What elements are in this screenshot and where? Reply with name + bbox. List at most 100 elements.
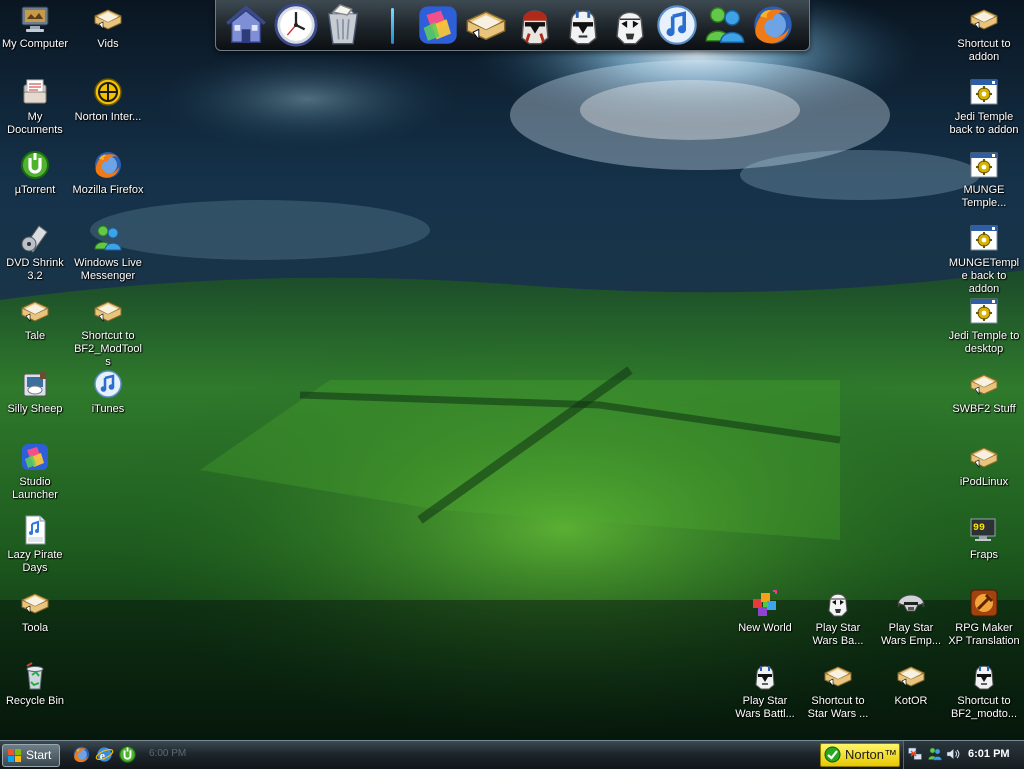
- desktop-icon-label: Tale: [24, 330, 46, 342]
- shortcut-folder-icon: [968, 368, 1000, 400]
- desktop-icon-shortcut-to-bf2-modto[interactable]: Shortcut to BF2_modto...: [948, 660, 1020, 721]
- start-button[interactable]: Start: [2, 744, 60, 767]
- desktop-icon-munge-temple[interactable]: MUNGE Temple...: [948, 149, 1020, 210]
- taskbar: Start 6:00 PM Norton™ 6:01 PM e: [0, 740, 1024, 769]
- desktop-icon-play-star-wars-ba[interactable]: Play Star Wars Ba...: [802, 587, 874, 648]
- desktop-icon-label: My Computer: [1, 38, 69, 50]
- clock-icon: [273, 3, 319, 52]
- dock-item-clone-trooper[interactable]: [560, 2, 606, 48]
- desktop-icon-label: Toola: [21, 622, 49, 634]
- desktop-icon-vids[interactable]: Vids: [72, 3, 144, 51]
- desktop-icon-jedi-temple-back-to-addon[interactable]: Jedi Temple back to addon: [948, 76, 1020, 137]
- desktop-icon-fraps[interactable]: 99 Fraps: [948, 514, 1020, 562]
- desktop-icon-label: Play Star Wars Emp...: [880, 622, 942, 647]
- dock-item-firefox[interactable]: [750, 2, 796, 48]
- desktop-icon-studio-launcher[interactable]: Studio Launcher: [0, 441, 71, 502]
- clone-trooper-icon: [968, 660, 1000, 692]
- desktop-icon-jedi-temple-to-desktop[interactable]: Jedi Temple to desktop: [948, 295, 1020, 356]
- desktop-icon-lazy-pirate-days[interactable]: Lazy Pirate Days: [0, 514, 71, 575]
- desktop-icon-norton-inter[interactable]: Norton Inter...: [72, 76, 144, 124]
- dock-item-itunes[interactable]: [654, 2, 700, 48]
- desktop-icon-label: Jedi Temple to desktop: [948, 330, 1020, 355]
- taskbar-clock[interactable]: 6:01 PM: [968, 748, 1010, 760]
- desktop-icon-label: Recycle Bin: [5, 695, 65, 707]
- desktop-icon-tale[interactable]: Tale: [0, 295, 71, 343]
- my-documents-icon: [19, 76, 51, 108]
- desktop-icon-silly-sheep[interactable]: Silly Sheep: [0, 368, 71, 416]
- desktop-icon-swbf2-stuff[interactable]: SWBF2 Stuff: [948, 368, 1020, 416]
- shortcut-folder-icon: [92, 3, 124, 35]
- desktop-icon-shortcut-to-star-wars[interactable]: Shortcut to Star Wars ...: [802, 660, 874, 721]
- desktop-icon-label: Vids: [97, 38, 119, 50]
- batch-file-icon: [968, 295, 1000, 327]
- desktop-icon-mozilla-firefox[interactable]: Mozilla Firefox: [72, 149, 144, 197]
- desktop-icon-toola[interactable]: Toola: [0, 587, 71, 635]
- tray-messenger-icon[interactable]: [927, 746, 943, 762]
- desktop-icon-play-star-wars-emp[interactable]: Play Star Wars Emp...: [875, 587, 947, 648]
- desktop-icon-itunes[interactable]: iTunes: [72, 368, 144, 416]
- desktop-icon-label: MUNGE Temple...: [961, 184, 1007, 209]
- quick-launch-ie-icon[interactable]: e: [95, 745, 114, 764]
- dock-item-red-clone-trooper[interactable]: [512, 2, 558, 48]
- shortcut-folder-icon: [463, 11, 509, 52]
- desktop-icon-label: iTunes: [91, 403, 125, 415]
- desktop-icon-my-documents[interactable]: My Documents: [0, 76, 71, 137]
- shortcut-folder-icon: [822, 660, 854, 692]
- norton-tray-button[interactable]: Norton™: [820, 743, 900, 767]
- desktop-icon-label: MUNGETemple back to addon: [948, 257, 1020, 295]
- desktop-icon-label: Fraps: [969, 549, 999, 561]
- desktop-icon-label: Windows Live Messenger: [74, 257, 142, 282]
- desktop-icon-play-star-wars-battl[interactable]: Play Star Wars Battl...: [729, 660, 801, 721]
- desktop-icon-label: Play Star Wars Ba...: [812, 622, 864, 647]
- firefox-icon: [92, 149, 124, 181]
- dock-item-clock[interactable]: [273, 2, 319, 48]
- desktop-icon-kotor[interactable]: KotOR: [875, 660, 947, 708]
- shortcut-folder-icon: [92, 295, 124, 327]
- dock-item-shortcut-folder[interactable]: [463, 2, 509, 48]
- norton-icon: [92, 76, 124, 108]
- quick-launch-firefox-icon[interactable]: [72, 745, 91, 764]
- dock-item-messenger[interactable]: [702, 2, 748, 48]
- desktop-icon-label: New World: [738, 622, 792, 634]
- new-world-icon: [749, 587, 781, 619]
- desktop-icon-windows-live-messenger[interactable]: Windows Live Messenger: [72, 222, 144, 283]
- desktop-icon-shortcut-to-bf2-modtools[interactable]: Shortcut to BF2_ModTools: [72, 295, 144, 369]
- stormtrooper-icon: [607, 11, 653, 52]
- tray-network-icon[interactable]: [907, 746, 923, 762]
- desktop-icon-rpg-maker-xp-translation[interactable]: RPG Maker XP Translation: [948, 587, 1020, 648]
- dock-item-studio-launcher[interactable]: [415, 2, 461, 48]
- firefox-icon: [750, 6, 796, 52]
- desktop-icon-label: Shortcut to BF2_ModTools: [74, 330, 142, 368]
- desktop-icon-ipodlinux[interactable]: iPodLinux: [948, 441, 1020, 489]
- desktop-icon-mungetemple-back-to-addon[interactable]: MUNGETemple back to addon: [948, 222, 1020, 296]
- silly-sheep-icon: [19, 368, 51, 400]
- home-icon: [223, 5, 269, 52]
- batch-file-icon: [968, 76, 1000, 108]
- dvd-shrink-icon: [19, 222, 51, 254]
- dock-bar: [215, 0, 810, 51]
- utorrent-icon: [19, 149, 51, 181]
- dock-item-trash[interactable]: [320, 2, 366, 48]
- batch-file-icon: [968, 222, 1000, 254]
- windows-flag-icon: [8, 749, 21, 762]
- desktop-icon-label: KotOR: [894, 695, 928, 707]
- desktop-icon-shortcut-to-addon[interactable]: Shortcut to addon: [948, 3, 1020, 64]
- desktop-icon-new-world[interactable]: New World: [729, 587, 801, 635]
- desktop-icon-recycle-bin[interactable]: Recycle Bin: [0, 660, 71, 708]
- dock-item-home[interactable]: [223, 2, 269, 48]
- desktop-icon-label: Play Star Wars Battl...: [735, 695, 795, 720]
- desktop-icon-label: My Documents: [7, 111, 63, 136]
- desktop-icon-my-computer[interactable]: My Computer: [0, 3, 71, 51]
- dock-separator: [391, 8, 394, 44]
- tray-volume-icon[interactable]: [945, 746, 961, 762]
- red-clone-trooper-icon: [512, 10, 558, 52]
- shortcut-folder-icon: [19, 295, 51, 327]
- shortcut-folder-icon: [895, 660, 927, 692]
- desktop-icon-label: Norton Inter...: [74, 111, 142, 123]
- shortcut-folder-icon: [968, 441, 1000, 473]
- dock-item-stormtrooper[interactable]: [607, 2, 653, 48]
- quick-launch-utorrent-icon[interactable]: [118, 745, 137, 764]
- desktop-icon-dvd-shrink-3-2[interactable]: DVD Shrink 3.2: [0, 222, 71, 283]
- messenger-icon: [702, 7, 748, 52]
- desktop-icon-torrent[interactable]: µTorrent: [0, 149, 71, 197]
